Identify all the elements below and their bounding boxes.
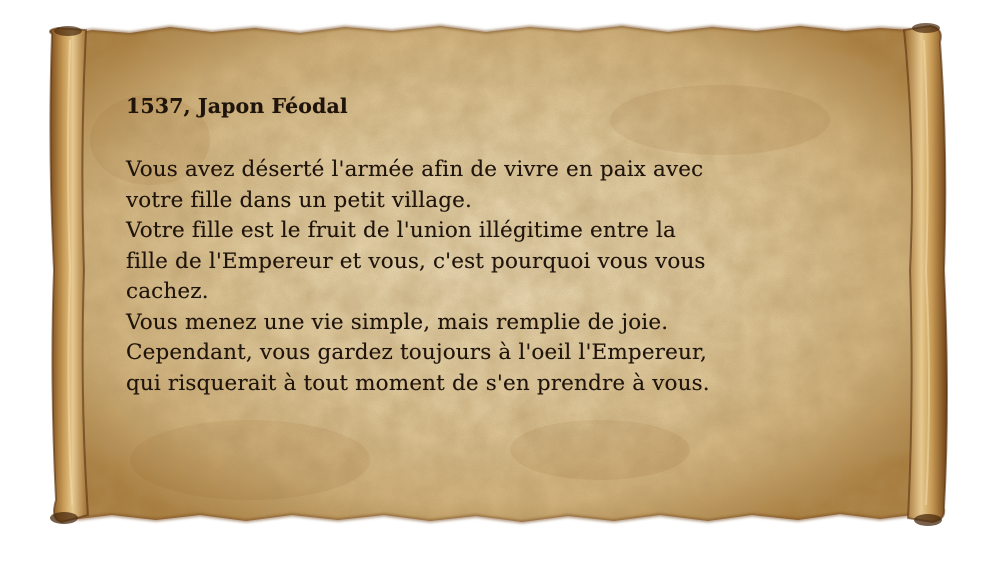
story-line: Cependant, vous gardez toujours à l'oeil… (126, 340, 708, 365)
right-scroll-roll (902, 23, 948, 526)
story-title: 1537, Japon Féodal (126, 94, 348, 118)
story-line: fille de l'Empereur et vous, c'est pourq… (126, 248, 706, 274)
story-screen: 1537, Japon Féodal Vous avez déserté l'a… (0, 0, 1000, 563)
story-line: qui risquerait à tout moment de s'en pre… (126, 370, 710, 396)
story-body: Vous avez déserté l'armée afin de vivre … (126, 155, 906, 399)
story-line: cachez. (126, 279, 209, 304)
story-line: Vous avez déserté l'armée afin de vivre … (126, 157, 704, 182)
story-line: Vous menez une vie simple, mais remplie … (126, 309, 669, 335)
story-line: Votre fille est le fruit de l'union illé… (126, 218, 676, 243)
story-line: votre fille dans un petit village. (126, 187, 473, 213)
story-text: 1537, Japon Féodal Vous avez déserté l'a… (126, 93, 906, 399)
left-scroll-roll (49, 26, 90, 524)
